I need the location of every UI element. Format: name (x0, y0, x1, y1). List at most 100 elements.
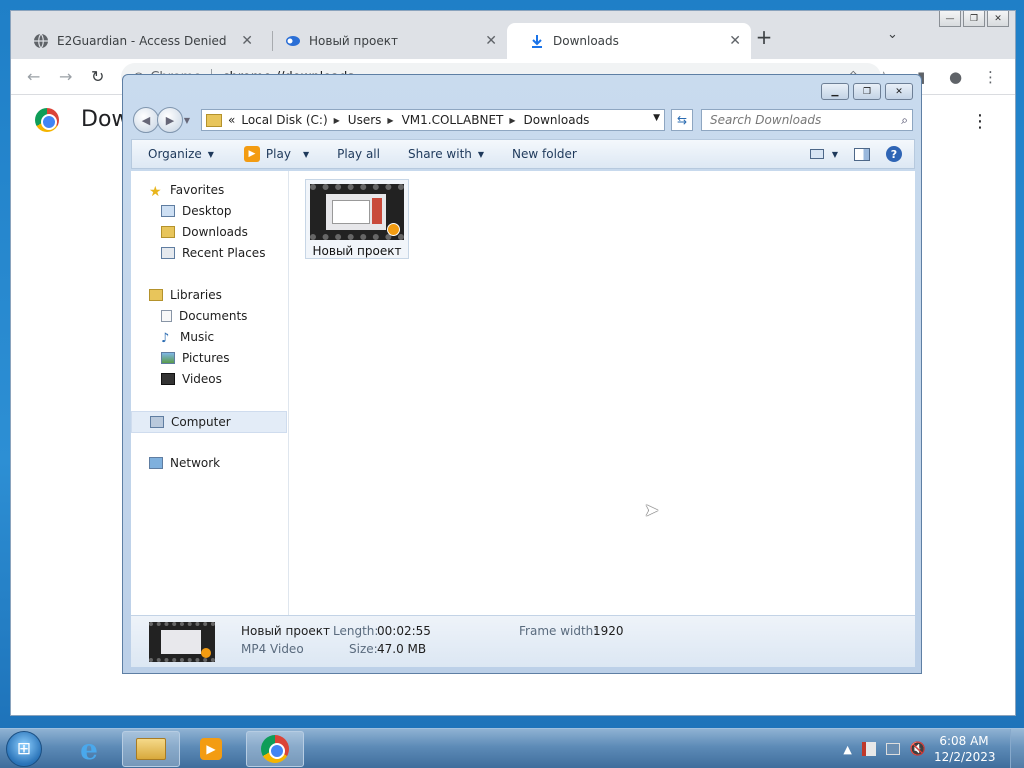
refresh-icon[interactable]: ⇆ (671, 109, 693, 131)
details-frame-width-value: 1920 (593, 624, 624, 638)
help-icon[interactable]: ? (886, 146, 902, 162)
new-folder-label: New folder (512, 147, 577, 161)
breadcrumb-arrow-icon[interactable]: ▶ (387, 116, 393, 125)
chrome-logo-icon (35, 107, 59, 132)
nav-label: Pictures (182, 351, 230, 365)
breadcrumb-arrow-icon[interactable]: ▶ (509, 116, 515, 125)
taskbar-windows-explorer[interactable] (122, 731, 180, 767)
nav-recent-places[interactable]: Recent Places (161, 246, 265, 260)
play-all-button[interactable]: Play all (337, 147, 380, 161)
network-status-icon[interactable] (885, 743, 900, 755)
folder-icon (136, 738, 166, 760)
explorer-window-controls: ▁ ❐ ✕ (821, 83, 913, 100)
details-size-value: 47.0 MB (377, 642, 427, 656)
nav-videos[interactable]: Videos (161, 372, 222, 386)
nav-label: Downloads (182, 225, 248, 239)
taskbar-google-chrome[interactable] (246, 731, 304, 767)
organize-button[interactable]: Organize ▼ (148, 147, 214, 161)
forward-arrow-icon[interactable]: → (59, 67, 72, 86)
play-label: Play (265, 147, 291, 161)
profile-avatar-icon[interactable]: ● (949, 68, 962, 86)
chrome-window-controls: — ❐ ✕ (939, 11, 1009, 27)
preview-pane-icon[interactable] (854, 147, 870, 161)
chevron-down-icon: ▼ (207, 149, 214, 159)
tab-search-chevron-icon[interactable]: ⌄ (887, 27, 898, 42)
nav-documents[interactable]: Documents (161, 309, 247, 323)
explorer-nav-row: ◀ ▶ ▼ « Local Disk (C:) ▶ Users ▶ VM1.CO… (131, 107, 915, 133)
minimize-icon[interactable]: ▁ (821, 83, 849, 100)
close-icon[interactable]: ✕ (729, 33, 741, 49)
tab-title: Новый проект (309, 34, 398, 48)
search-icon[interactable]: ⌕ (901, 113, 908, 128)
change-view-icon[interactable] (809, 149, 824, 159)
nav-computer[interactable]: Computer (131, 411, 287, 433)
address-dropdown-icon[interactable]: ▼ (653, 113, 660, 123)
video-thumbnail (310, 184, 404, 240)
downloads-folder-icon (161, 226, 175, 238)
globe-icon (34, 33, 48, 49)
chevron-down-icon[interactable]: ▼ (832, 150, 838, 159)
search-input[interactable]: Search Downloads ⌕ (701, 109, 913, 131)
address-bar[interactable]: « Local Disk (C:) ▶ Users ▶ VM1.COLLABNE… (201, 109, 665, 131)
search-placeholder: Search Downloads (710, 113, 822, 127)
reload-icon[interactable]: ↻ (91, 67, 104, 86)
close-icon[interactable]: ✕ (885, 83, 913, 100)
action-center-flag-icon[interactable] (861, 742, 876, 756)
taskbar: ⊞ e ▶ ▲ 🔇 6:08 AM 12/2/2023 (0, 728, 1024, 768)
breadcrumb-downloads[interactable]: Downloads (524, 113, 590, 127)
close-icon[interactable]: ✕ (485, 33, 497, 49)
tab-strip: E2Guardian - Access Denied ✕ Новый проек… (11, 11, 1015, 59)
breadcrumb-local-disk[interactable]: Local Disk (C:) (241, 113, 327, 127)
clock[interactable]: 6:08 AM 12/2/2023 (934, 733, 996, 765)
minimize-icon[interactable]: — (939, 11, 961, 27)
breadcrumb-vm1[interactable]: VM1.COLLABNET (402, 113, 504, 127)
start-button[interactable]: ⊞ (6, 731, 42, 767)
nav-network[interactable]: Network (149, 456, 220, 470)
back-icon[interactable]: ◀ (133, 107, 159, 133)
history-dropdown-icon[interactable]: ▼ (181, 107, 193, 133)
command-bar-right: ▼ ? (809, 146, 902, 162)
tab-e2guardian[interactable]: E2Guardian - Access Denied ✕ (11, 23, 263, 59)
maximize-icon[interactable]: ❐ (963, 11, 985, 27)
breadcrumb-arrow-icon[interactable]: ▶ (334, 116, 340, 125)
nav-label: Desktop (182, 204, 232, 218)
close-icon[interactable]: ✕ (987, 11, 1009, 27)
close-icon[interactable]: ✕ (241, 33, 253, 49)
media-player-icon: ▶ (200, 738, 222, 760)
windows-logo-icon: ⊞ (16, 739, 32, 759)
taskbar-internet-explorer[interactable]: e (60, 731, 118, 767)
tab-project[interactable]: Новый проект ✕ (263, 23, 507, 59)
network-icon (149, 457, 163, 469)
new-tab-plus-icon[interactable]: + (753, 25, 775, 49)
nav-pictures[interactable]: Pictures (161, 351, 230, 365)
show-hidden-icons-icon[interactable]: ▲ (843, 743, 851, 756)
tab-downloads[interactable]: Downloads ✕ (507, 23, 751, 59)
nav-favorites[interactable]: ★ Favorites (149, 183, 225, 200)
details-video-thumbnail (149, 622, 215, 662)
nav-music[interactable]: ♪ Music (161, 330, 214, 346)
back-arrow-icon[interactable]: ← (27, 67, 40, 86)
taskbar-media-player[interactable]: ▶ (182, 731, 240, 767)
maximize-icon[interactable]: ❐ (853, 83, 881, 100)
downloads-menu-icon[interactable]: ⋮ (971, 111, 989, 132)
nav-label: Videos (182, 372, 222, 386)
details-pane: Новый проект MP4 Video Length: 00:02:55 … (131, 615, 915, 667)
nav-libraries[interactable]: Libraries (149, 288, 222, 302)
breadcrumb-users[interactable]: Users (348, 113, 382, 127)
chrome-menu-icon[interactable]: ⋮ (983, 68, 998, 86)
explorer-window: ▁ ❐ ✕ ◀ ▶ ▼ « Local Disk (C:) ▶ Users ▶ … (122, 74, 922, 674)
nav-label: Libraries (170, 288, 222, 302)
play-button[interactable]: ▶ Play ▼ (243, 146, 309, 162)
nav-desktop[interactable]: Desktop (161, 204, 232, 218)
new-folder-button[interactable]: New folder (512, 147, 577, 161)
share-with-button[interactable]: Share with ▼ (408, 147, 484, 161)
breadcrumb-overflow[interactable]: « (228, 113, 235, 127)
file-item[interactable]: Новый проект (305, 179, 409, 259)
nav-label: Favorites (170, 183, 225, 197)
show-desktop-button[interactable] (1010, 729, 1024, 768)
nav-label: Documents (179, 309, 248, 323)
computer-icon (150, 416, 164, 428)
volume-muted-icon[interactable]: 🔇 (910, 742, 926, 757)
forward-icon[interactable]: ▶ (157, 107, 183, 133)
nav-downloads[interactable]: Downloads (161, 225, 248, 239)
